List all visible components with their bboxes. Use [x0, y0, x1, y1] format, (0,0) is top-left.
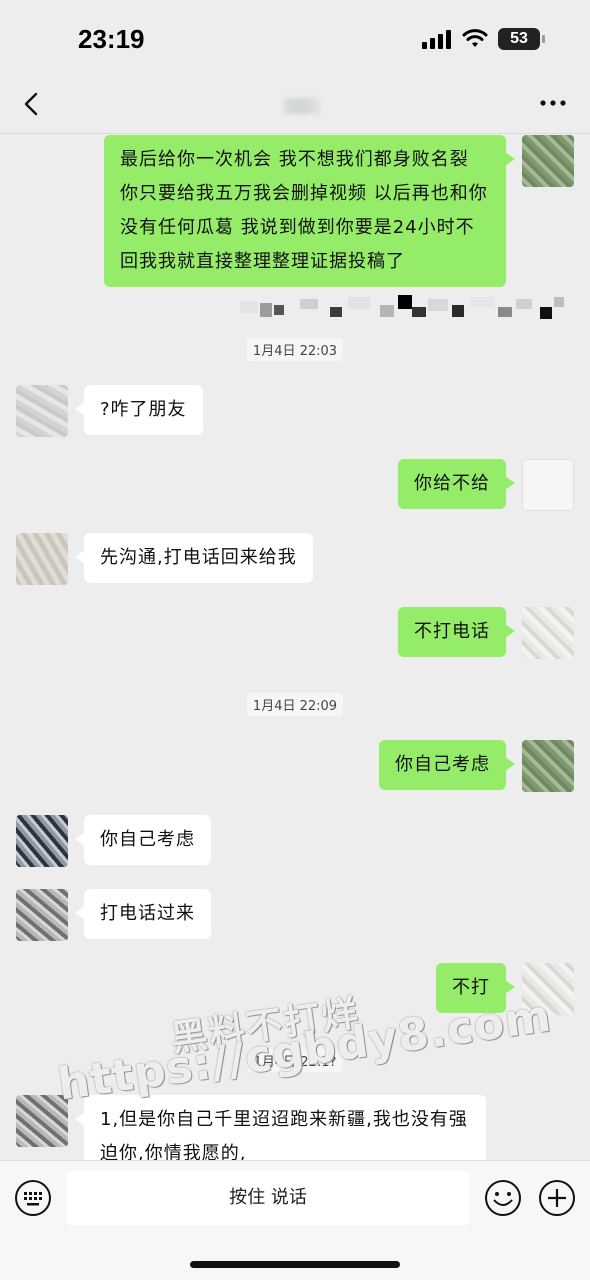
message-bubble-sent[interactable]: 你给不给 [398, 459, 515, 509]
message-bubble-received[interactable]: 打电话过来 [75, 889, 211, 939]
signal-icon [422, 30, 451, 49]
battery-indicator: 53 [498, 28, 545, 50]
message-bubble-sent[interactable]: 最后给你一次机会 我不想我们都身败名裂 你只要给我五万我会删掉视频 以后再也和你… [104, 135, 515, 287]
status-icons: 53 [422, 28, 545, 50]
message-bubble-sent[interactable]: 你自己考虑 [379, 740, 515, 790]
status-time: 23:19 [78, 24, 145, 54]
contact-avatar[interactable] [16, 815, 68, 867]
emoji-icon[interactable] [484, 1179, 522, 1217]
wifi-icon [462, 29, 488, 47]
status-bar: 23:19 53 [0, 0, 590, 80]
message-bubble-sent[interactable]: 不打电话 [398, 607, 515, 657]
my-avatar[interactable] [522, 135, 574, 187]
timestamp: 1月4日 22:03 [246, 338, 344, 361]
timestamp: 1月4日 22:09 [246, 693, 344, 716]
home-indicator [190, 1261, 400, 1268]
chat-title-blurred [284, 98, 320, 114]
nav-bar [0, 80, 590, 134]
contact-avatar[interactable] [16, 385, 68, 437]
message-bubble-received[interactable]: 先沟通,打电话回来给我 [75, 533, 313, 583]
hold-to-talk-button[interactable]: 按住 说话 [66, 1171, 470, 1225]
message-bubble-received[interactable]: ?咋了朋友 [75, 385, 203, 435]
contact-avatar[interactable] [16, 533, 68, 585]
my-avatar[interactable] [522, 459, 574, 511]
contact-avatar[interactable] [16, 889, 68, 941]
message-bubble-received[interactable]: 1,但是你自己千里迢迢跑来新疆,我也没有强迫你,你情我愿的, [75, 1095, 486, 1160]
pixelated-redaction [240, 295, 570, 319]
message-bubble-received[interactable]: 你自己考虑 [75, 815, 211, 865]
chat-message-list[interactable]: 最后给你一次机会 我不想我们都身败名裂 你只要给我五万我会删掉视频 以后再也和你… [0, 135, 590, 1160]
input-bar: 按住 说话 [0, 1160, 590, 1280]
more-options-icon[interactable] [538, 88, 568, 118]
back-arrow-icon[interactable] [14, 86, 50, 122]
my-avatar[interactable] [522, 607, 574, 659]
plus-icon[interactable] [538, 1179, 576, 1217]
my-avatar[interactable] [522, 740, 574, 792]
keyboard-icon[interactable] [14, 1179, 52, 1217]
